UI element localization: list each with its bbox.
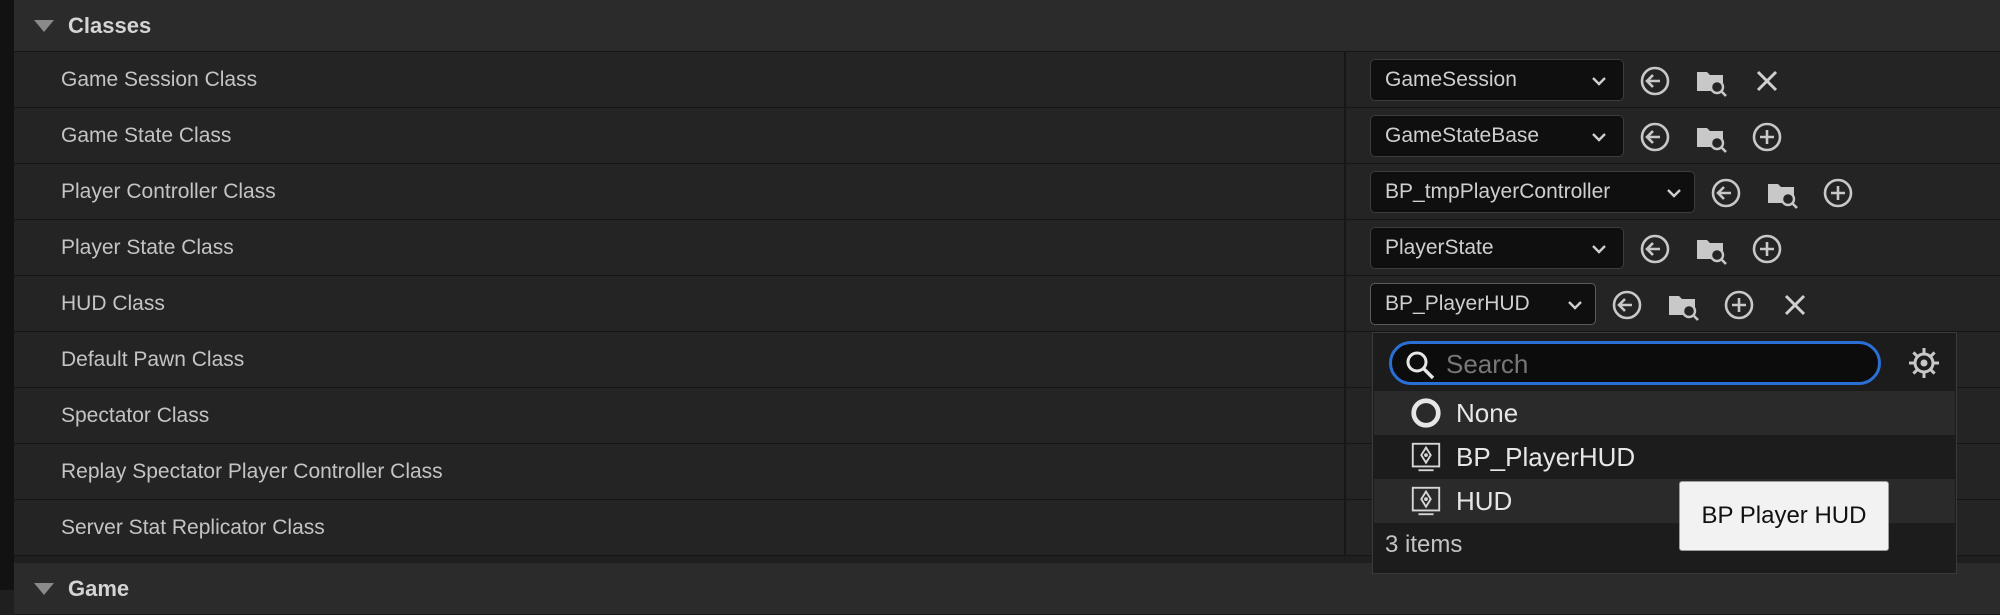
browse-button[interactable]	[1666, 288, 1700, 322]
option-label: HUD	[1456, 485, 1513, 516]
collapse-triangle-icon[interactable]	[34, 19, 54, 32]
class-combo-box[interactable]: BP_PlayerHUD	[1370, 283, 1596, 325]
property-label: Default Pawn Class	[61, 348, 245, 371]
add-button[interactable]	[1821, 176, 1855, 210]
section-title: Game	[68, 575, 130, 601]
browse-button[interactable]	[1694, 232, 1728, 266]
plus-circle-icon	[1752, 234, 1782, 264]
column-splitter[interactable]	[1344, 500, 1346, 556]
arrow-left-circle-icon	[1640, 66, 1670, 96]
column-splitter[interactable]	[1344, 444, 1346, 500]
property-label: HUD Class	[61, 292, 165, 315]
collapse-triangle-icon[interactable]	[34, 582, 54, 595]
property-row-game-state-class: Game State Class GameStateBase	[14, 108, 2000, 164]
chevron-down-icon	[1568, 301, 1582, 310]
plus-circle-icon	[1724, 290, 1754, 320]
column-splitter[interactable]	[1344, 388, 1346, 444]
none-circle-icon	[1408, 395, 1444, 431]
arrow-left-circle-icon	[1640, 234, 1670, 264]
property-row-player-state-class: Player State Class PlayerState	[14, 220, 2000, 276]
picker-option-bp-playerhud[interactable]: BP_PlayerHUD	[1374, 435, 1955, 479]
combo-value: GameSession	[1385, 68, 1517, 91]
class-combo-box[interactable]: PlayerState	[1370, 227, 1624, 269]
clear-button[interactable]	[1750, 64, 1784, 98]
class-combo-box[interactable]: GameSession	[1370, 59, 1624, 101]
property-label: Player Controller Class	[61, 180, 276, 203]
clear-button[interactable]	[1778, 288, 1812, 322]
combo-value: GameStateBase	[1385, 124, 1540, 147]
property-label: Player State Class	[61, 236, 234, 259]
property-label: Game State Class	[61, 124, 232, 147]
gear-icon[interactable]	[1906, 345, 1942, 381]
column-splitter[interactable]	[1344, 332, 1346, 388]
use-selected-button[interactable]	[1709, 176, 1743, 210]
close-icon	[1784, 294, 1806, 316]
class-icon	[1408, 439, 1444, 475]
chevron-down-icon	[1592, 77, 1606, 86]
column-splitter[interactable]	[1344, 108, 1346, 164]
search-input[interactable]	[1444, 347, 1868, 381]
use-selected-button[interactable]	[1638, 120, 1672, 154]
arrow-left-circle-icon	[1711, 178, 1741, 208]
item-count: 3 items	[1385, 531, 1463, 558]
use-selected-button[interactable]	[1610, 288, 1644, 322]
left-gutter	[0, 0, 14, 590]
folder-search-icon	[1697, 240, 1727, 265]
picker-option-none[interactable]: None	[1374, 391, 1955, 435]
column-splitter[interactable]	[1344, 164, 1346, 220]
browse-button[interactable]	[1694, 64, 1728, 98]
use-selected-button[interactable]	[1638, 64, 1672, 98]
chevron-down-icon	[1592, 245, 1606, 254]
search-icon	[1406, 351, 1435, 380]
folder-search-icon	[1697, 72, 1727, 97]
folder-search-icon	[1768, 184, 1798, 209]
chevron-down-icon	[1667, 189, 1681, 198]
search-box[interactable]	[1389, 341, 1881, 385]
add-button[interactable]	[1750, 232, 1784, 266]
section-title: Classes	[68, 12, 152, 38]
arrow-left-circle-icon	[1612, 290, 1642, 320]
add-button[interactable]	[1750, 120, 1784, 154]
column-splitter[interactable]	[1344, 52, 1346, 108]
close-icon	[1756, 70, 1778, 92]
section-header-classes[interactable]: Classes	[14, 0, 2000, 52]
column-splitter[interactable]	[1344, 220, 1346, 276]
class-combo-box[interactable]: BP_tmpPlayerController	[1370, 171, 1695, 213]
class-combo-box[interactable]: GameStateBase	[1370, 115, 1624, 157]
property-row-game-session-class: Game Session Class GameSession	[14, 52, 2000, 108]
plus-circle-icon	[1823, 178, 1853, 208]
folder-search-icon	[1697, 128, 1727, 153]
property-row-hud-class: HUD Class BP_PlayerHUD	[14, 276, 2000, 332]
property-label: Game Session Class	[61, 68, 258, 91]
add-button[interactable]	[1722, 288, 1756, 322]
combo-value: PlayerState	[1385, 236, 1494, 259]
browse-button[interactable]	[1694, 120, 1728, 154]
option-label: None	[1456, 397, 1519, 428]
combo-value: BP_PlayerHUD	[1385, 292, 1530, 315]
arrow-left-circle-icon	[1640, 122, 1670, 152]
class-icon	[1408, 483, 1444, 519]
chevron-down-icon	[1592, 133, 1606, 142]
property-label: Replay Spectator Player Controller Class	[61, 460, 443, 483]
plus-circle-icon	[1752, 122, 1782, 152]
tooltip: BP Player HUD	[1679, 481, 1889, 551]
property-label: Spectator Class	[61, 404, 210, 427]
option-label: BP_PlayerHUD	[1456, 441, 1636, 472]
property-label: Server Stat Replicator Class	[61, 516, 325, 539]
folder-search-icon	[1669, 296, 1699, 321]
browse-button[interactable]	[1765, 176, 1799, 210]
property-row-player-controller-class: Player Controller Class BP_tmpPlayerCont…	[14, 164, 2000, 220]
combo-value: BP_tmpPlayerController	[1385, 180, 1611, 203]
column-splitter[interactable]	[1344, 276, 1346, 332]
use-selected-button[interactable]	[1638, 232, 1672, 266]
